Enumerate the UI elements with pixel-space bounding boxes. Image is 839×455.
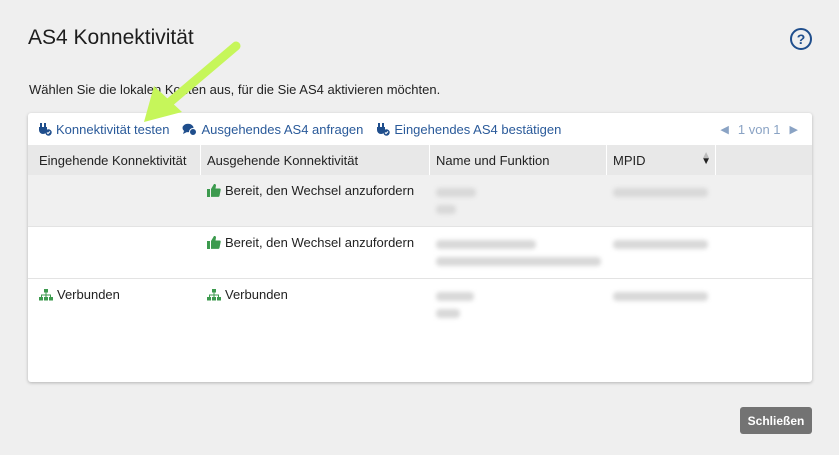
test-connectivity-label: Konnektivität testen bbox=[56, 121, 170, 137]
redacted-function bbox=[436, 257, 601, 266]
dialog-title: AS4 Konnektivität bbox=[28, 26, 194, 49]
table-header: Eingehende Konnektivität Ausgehende Konn… bbox=[28, 145, 812, 175]
cell-incoming bbox=[28, 227, 201, 278]
prev-page-icon[interactable]: ◀ bbox=[720, 123, 728, 136]
redacted-mpid bbox=[613, 188, 708, 197]
outgoing-status-text: Bereit, den Wechsel anzufordern bbox=[225, 183, 415, 198]
outgoing-status-text: Verbunden bbox=[225, 287, 288, 302]
next-page-icon[interactable]: ▶ bbox=[790, 123, 798, 136]
redacted-function bbox=[436, 309, 460, 318]
test-connectivity-button[interactable]: Konnektivität testen bbox=[38, 122, 169, 137]
redacted-name bbox=[436, 188, 476, 197]
redacted-function bbox=[436, 205, 456, 214]
column-header-outgoing[interactable]: Ausgehende Konnektivität bbox=[201, 145, 430, 175]
cell-name-function bbox=[430, 175, 607, 226]
help-icon[interactable]: ? bbox=[790, 28, 812, 50]
toolbar: Konnektivität testen Ausgehendes AS4 anf… bbox=[28, 113, 812, 145]
cell-name-function bbox=[430, 279, 607, 331]
page-indicator: 1 von 1 bbox=[737, 121, 781, 137]
column-header-mpid[interactable]: MPID ▲ ▼ bbox=[607, 145, 716, 175]
redacted-mpid bbox=[613, 292, 708, 301]
request-outgoing-button[interactable]: Ausgehendes AS4 anfragen bbox=[182, 122, 363, 137]
redacted-name bbox=[436, 292, 474, 301]
confirm-incoming-button[interactable]: Eingehendes AS4 bestätigen bbox=[376, 122, 561, 137]
table-row[interactable]: Verbunden Verbunden bbox=[28, 279, 812, 331]
table-row[interactable]: Bereit, den Wechsel anzufordern bbox=[28, 175, 812, 227]
cell-mpid bbox=[607, 227, 716, 278]
cell-name-function bbox=[430, 227, 607, 278]
cell-outgoing: Bereit, den Wechsel anzufordern bbox=[201, 227, 430, 278]
thumbs-up-icon bbox=[207, 184, 221, 197]
cell-incoming: Verbunden bbox=[28, 279, 201, 331]
redacted-mpid bbox=[613, 240, 708, 249]
cell-outgoing: Verbunden bbox=[201, 279, 430, 331]
redacted-name bbox=[436, 240, 536, 249]
intro-text: Wählen Sie die lokalen Konten aus, für d… bbox=[29, 82, 441, 97]
network-icon bbox=[39, 288, 53, 300]
pager: ◀ 1 von 1 ▶ bbox=[720, 122, 798, 137]
plug-confirm-icon bbox=[377, 122, 391, 136]
confirm-incoming-label: Eingehendes AS4 bestätigen bbox=[394, 121, 562, 137]
table-row[interactable]: Bereit, den Wechsel anzufordern bbox=[28, 227, 812, 279]
connectivity-panel: Konnektivität testen Ausgehendes AS4 anf… bbox=[28, 113, 812, 382]
cell-outgoing: Bereit, den Wechsel anzufordern bbox=[201, 175, 430, 226]
column-header-mpid-label: MPID bbox=[613, 152, 646, 168]
column-header-name[interactable]: Name und Funktion bbox=[430, 145, 607, 175]
close-button[interactable]: Schließen bbox=[740, 407, 812, 434]
thumbs-up-icon bbox=[207, 236, 221, 249]
plug-check-icon bbox=[39, 122, 52, 136]
request-outgoing-label: Ausgehendes AS4 anfragen bbox=[201, 121, 364, 137]
cell-incoming bbox=[28, 175, 201, 226]
cell-mpid bbox=[607, 279, 716, 331]
column-header-incoming[interactable]: Eingehende Konnektivität bbox=[28, 145, 201, 175]
network-icon bbox=[207, 288, 221, 300]
sort-icon[interactable]: ▲ ▼ bbox=[701, 151, 711, 167]
cell-mpid bbox=[607, 175, 716, 226]
incoming-status-text: Verbunden bbox=[57, 287, 120, 302]
outgoing-status-text: Bereit, den Wechsel anzufordern bbox=[225, 235, 415, 250]
chat-request-icon bbox=[182, 123, 198, 136]
